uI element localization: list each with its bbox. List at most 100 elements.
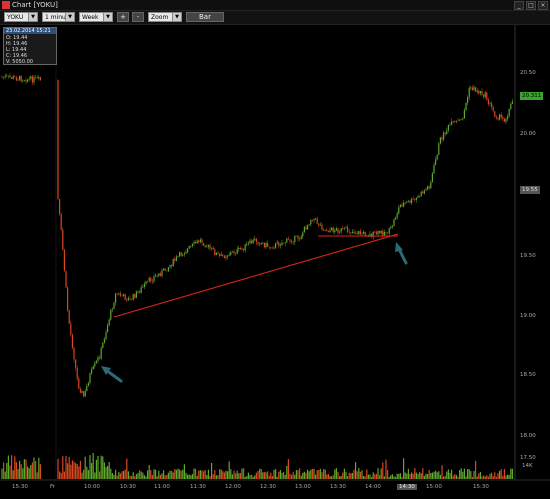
volume-bar: [214, 470, 216, 479]
zoom-value: Zoom: [151, 14, 169, 21]
volume-bar: [81, 472, 83, 479]
volume-bar: [59, 471, 61, 479]
volume-bar: [268, 475, 270, 479]
arrow-annotation-left[interactable]: [101, 366, 123, 383]
candle-body: [147, 281, 149, 282]
candle-body: [470, 87, 472, 89]
volume-bar: [207, 469, 209, 479]
volume-bar: [387, 469, 389, 479]
candle-body: [510, 103, 512, 109]
candle-body: [451, 121, 453, 125]
volume-bar: [294, 474, 296, 479]
volume-bar: [361, 470, 363, 479]
candle-body: [465, 102, 467, 111]
candle-body: [148, 277, 150, 282]
candle-body: [131, 298, 133, 300]
zoom-out-button[interactable]: -: [132, 12, 144, 22]
candle-body: [207, 244, 209, 247]
volume-bar: [107, 465, 109, 479]
volume-bar: [411, 472, 413, 479]
volume-bar: [57, 458, 59, 479]
arrow-annotation-right[interactable]: [395, 242, 408, 265]
volume-bar: [371, 476, 373, 479]
volume-bar: [315, 474, 317, 479]
candle-body: [447, 125, 449, 131]
volume-bar: [404, 472, 406, 479]
candle-body: [155, 275, 157, 277]
volume-bar: [303, 471, 305, 479]
candle-body: [159, 273, 161, 276]
volume-bar: [422, 468, 424, 479]
range-select[interactable]: Week ▼: [79, 12, 113, 22]
candle-body: [97, 357, 99, 361]
symbol-select[interactable]: YOKU ▼: [4, 12, 38, 22]
volume-bar: [123, 470, 125, 479]
candle-body: [379, 230, 381, 234]
volume-bar: [113, 474, 115, 479]
volume-bar: [62, 456, 64, 479]
zoom-select[interactable]: Zoom ▼: [148, 12, 182, 22]
candle-body: [150, 277, 152, 282]
volume-bar: [487, 476, 489, 479]
candle-body: [33, 77, 35, 83]
maximize-button[interactable]: □: [526, 1, 536, 10]
candle-body: [295, 235, 297, 237]
volume-bar: [406, 473, 408, 479]
candle-body: [444, 132, 446, 135]
volume-bar: [452, 475, 454, 479]
time-label: 10:30: [120, 484, 136, 490]
candle-body: [446, 130, 448, 135]
volume-bar: [366, 469, 368, 479]
volume-bar: [455, 474, 457, 479]
range-value: Week: [82, 14, 99, 21]
volume-bar: [158, 470, 160, 479]
candle-body: [175, 256, 177, 261]
candle-body: [249, 240, 251, 244]
support-trendline[interactable]: [113, 233, 399, 318]
volume-bar: [364, 476, 366, 479]
candle-body: [355, 232, 357, 234]
chart-canvas[interactable]: [0, 25, 550, 499]
volume-bar: [209, 476, 211, 479]
volume-bar: [249, 474, 251, 479]
candle-body: [137, 291, 139, 293]
candle-body: [204, 245, 206, 248]
candle-body: [255, 238, 257, 243]
candle-body: [129, 298, 131, 299]
volume-bar: [375, 473, 377, 479]
volume-bar: [396, 473, 398, 479]
volume-bar: [343, 468, 345, 479]
volume-bar: [103, 462, 105, 479]
candle-body: [327, 231, 329, 233]
candle-body: [228, 254, 230, 256]
bar-type-button[interactable]: Bar: [186, 12, 224, 22]
volume-bar: [38, 457, 40, 479]
candle-body: [124, 294, 126, 300]
candle-body: [3, 76, 5, 78]
volume-bar: [235, 473, 237, 479]
volume-bar: [451, 469, 453, 479]
candle-body: [511, 101, 513, 104]
volume-bar: [28, 468, 30, 479]
candle-body: [339, 231, 341, 233]
candle-body: [121, 295, 123, 297]
candle-body: [4, 75, 6, 78]
interval-select[interactable]: 1 minute ▼: [42, 12, 75, 22]
volume-bar: [491, 472, 493, 479]
price-label: 17.50: [520, 455, 536, 461]
volume-bar: [307, 469, 309, 479]
volume-bar: [380, 468, 382, 479]
zoom-in-button[interactable]: +: [117, 12, 129, 22]
volume-bar: [78, 466, 80, 479]
price-chart[interactable]: 20.50 20.00 19.50 19.00 18.50 18.00 17.5…: [0, 25, 550, 499]
volume-bar: [436, 472, 438, 479]
close-button[interactable]: ×: [538, 1, 548, 10]
volume-bar: [143, 475, 145, 479]
candle-body: [364, 231, 366, 236]
volume-bar: [35, 461, 37, 479]
minimize-button[interactable]: _: [514, 1, 524, 10]
candle-body: [163, 268, 165, 271]
candle-body: [132, 294, 134, 300]
volume-bar: [319, 468, 321, 479]
volume-bar: [115, 469, 117, 479]
